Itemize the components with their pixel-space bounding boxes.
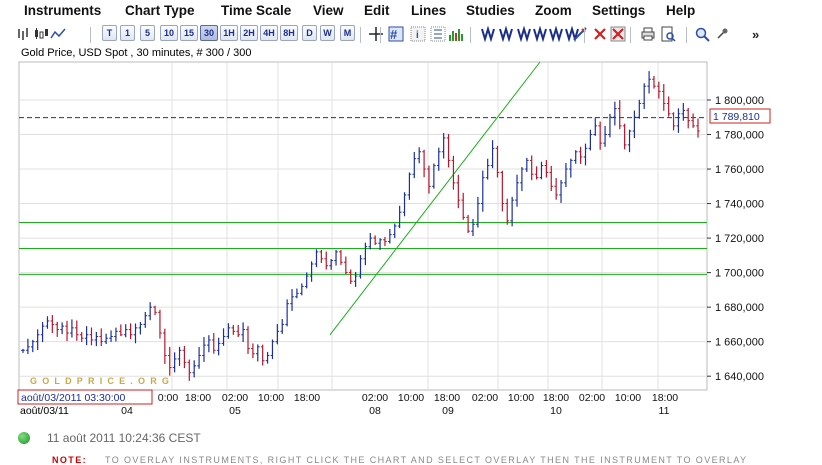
y-tick-label: 1 740,000	[715, 199, 764, 211]
watermark: GOLDPRICE.ORG	[30, 376, 174, 386]
y-tick-label: 1 640,000	[715, 371, 764, 383]
x-day-label: 04	[121, 405, 133, 417]
x-tick-label: 02:00	[579, 392, 605, 404]
y-tick-label: 1 720,000	[715, 233, 764, 245]
x-tick-label: 02:00	[222, 392, 248, 404]
status-row: 11 août 2011 10:24:36 CEST	[18, 429, 201, 447]
x-tick-label: 18:00	[652, 392, 678, 404]
y-tick-label: 1 660,000	[715, 337, 764, 349]
x-axis: 0:00 18:00 02:00 10:00 18:00 02:00 10:00 18:00 0…	[121, 392, 678, 417]
x-day-label: 09	[442, 405, 454, 417]
x-tick-label: 02:00	[472, 392, 498, 404]
x-day-label: 11	[659, 405, 670, 417]
status-indicator-icon	[18, 432, 30, 444]
status-timestamp: 11 août 2011 10:24:36 CEST	[47, 431, 201, 445]
x-tick-label: 18:00	[434, 392, 460, 404]
x-tick-label: 18:00	[185, 392, 211, 404]
x-tick-label: 0:00	[158, 392, 179, 404]
y-axis: 1 640,000 1 660,000 1 680,000 1 700,000 1 72…	[707, 95, 764, 383]
y-tick-label: 1 780,000	[715, 130, 764, 142]
current-price-label: 1 789,810	[713, 111, 760, 123]
x-tick-label: 18:00	[543, 392, 569, 404]
x-day-label: 08	[369, 405, 381, 417]
x-day-label: 05	[229, 405, 241, 417]
y-tick-label: 1 760,000	[715, 164, 764, 176]
x-tick-label: 18:00	[294, 392, 320, 404]
note-text: TO OVERLAY INSTRUMENTS, RIGHT CLICK THE …	[105, 455, 748, 465]
y-tick-label: 1 800,000	[715, 95, 764, 107]
x-tick-label: 02:00	[362, 392, 388, 404]
y-tick-label: 1 700,000	[715, 268, 764, 280]
x-tick-label: 10:00	[508, 392, 534, 404]
x-tick-label: 10:00	[615, 392, 641, 404]
price-chart[interactable]: 1 640,000 1 660,000 1 680,000 1 700,000 1 72…	[0, 0, 822, 430]
note-label: NOTE:	[52, 455, 87, 465]
note: NOTE: TO OVERLAY INSTRUMENTS, RIGHT CLICK…	[52, 455, 747, 465]
x-tick-label: 10:00	[398, 392, 424, 404]
x-day-label: 10	[550, 405, 562, 417]
date-label: août/03/11	[20, 405, 69, 417]
x-tick-label: 10:00	[258, 392, 284, 404]
plot-area	[18, 61, 708, 391]
cursor-date-label: août/03/2011 03:30:00	[21, 392, 125, 404]
y-tick-label: 1 680,000	[715, 302, 764, 314]
